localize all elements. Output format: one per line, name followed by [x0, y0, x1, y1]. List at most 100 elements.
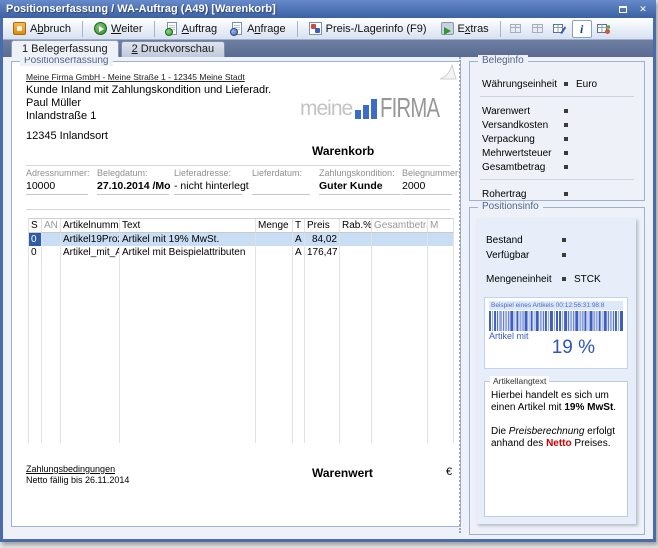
company-logo: meine FIRMA	[300, 90, 456, 120]
content-area: Positionserfassung Meine Firma GmbH - Me…	[3, 57, 653, 536]
positionserfassung-panel: Positionserfassung Meine Firma GmbH - Me…	[11, 61, 461, 527]
title-bar[interactable]: Positionserfassung / WA-Auftrag (A49) [W…	[0, 0, 656, 18]
restore-icon	[619, 6, 627, 13]
mehrwertsteuer-row: Mehrwertsteuer	[482, 147, 632, 159]
value-bullet-icon	[564, 109, 568, 113]
weiter-label: Weiter	[111, 23, 143, 35]
document-type-title: Warenkorb	[312, 144, 374, 158]
toolbar-separator	[297, 21, 298, 37]
edit-grid-button[interactable]	[550, 20, 570, 38]
bestand-row: Bestand	[486, 234, 626, 246]
anfrage-label: Anfrage	[247, 23, 286, 35]
field-belegdatum[interactable]: Belegdatum:27.10.2014 /Mo	[97, 168, 171, 206]
postal-city: 12345 Inlandsort	[26, 130, 108, 142]
column-header-preis[interactable]: Preis	[305, 219, 340, 233]
customer-name: Kunde Inland mit Zahlungskondition und L…	[26, 84, 271, 96]
beleginfo-panel: Beleginfo WährungseinheitEuro Warenwert …	[469, 61, 645, 201]
barcode-icon	[489, 311, 623, 331]
toolbar-separator	[154, 21, 155, 37]
field-zahlungskondition[interactable]: Zahlungskondition:Guter Kunde	[319, 168, 401, 206]
value-bullet-icon	[562, 253, 566, 257]
panel-splitter[interactable]	[459, 57, 463, 533]
preis-lagerinfo-button[interactable]: Preis-/Lagerinfo (F9)	[303, 20, 433, 37]
anfrage-button[interactable]: Anfrage	[225, 20, 292, 37]
grid-report-button[interactable]	[594, 20, 614, 38]
abbruch-button[interactable]: Abbruch	[7, 20, 77, 37]
extras-icon	[441, 22, 454, 35]
tab-belegerfassung[interactable]: 1 Belegerfassung	[11, 40, 119, 57]
field-belegnummer[interactable]: Belegnummer:2000	[402, 168, 461, 206]
auftrag-button[interactable]: Auftrag	[160, 20, 223, 37]
column-header-t[interactable]: T	[293, 219, 305, 233]
window-title: Positionserfassung / WA-Auftrag (A49) [W…	[6, 3, 616, 15]
verpackung-row: Verpackung	[482, 133, 632, 145]
column-header-gesamtbetrag[interactable]: Gesamtbetrag	[372, 219, 428, 233]
gesamtbetrag-row: Gesamtbetrag	[482, 161, 632, 173]
toolbar-separator	[82, 21, 83, 37]
grid-view-button-disabled-2	[528, 20, 548, 38]
warenwert-row: Warenwert	[482, 105, 632, 117]
app-window: Positionserfassung / WA-Auftrag (A49) [W…	[0, 0, 656, 542]
auftrag-label: Auftrag	[182, 23, 217, 35]
window-controls: ✕	[616, 3, 650, 16]
positions-table: S AN Artikelnummer Text Menge T Preis Ra…	[28, 218, 454, 456]
column-header-s[interactable]: S	[28, 219, 42, 233]
column-header-artikelnummer[interactable]: Artikelnummer	[61, 219, 120, 233]
table-report-icon	[597, 22, 610, 35]
artikellangtext-label: Artikellangtext	[490, 376, 549, 386]
divider	[480, 96, 634, 97]
field-adressnummer[interactable]: Adressnummer:10000	[26, 168, 90, 206]
tab-bar: 1 Belegerfassung 2 Druckvorschau	[3, 40, 653, 57]
info-button[interactable]: i	[572, 20, 592, 38]
divider	[480, 179, 634, 180]
payment-terms-text: Netto fällig bis 26.11.2014	[26, 475, 129, 485]
value-bullet-icon	[564, 192, 568, 196]
column-header-rabatt[interactable]: Rab.%	[340, 219, 372, 233]
street: Inlandstraße 1	[26, 110, 96, 122]
page-curl-icon[interactable]	[439, 64, 457, 80]
tab-druckvorschau[interactable]: 2 Druckvorschau	[121, 41, 226, 57]
logo-bars-icon	[355, 96, 378, 119]
restore-button[interactable]	[616, 3, 630, 16]
close-button[interactable]: ✕	[636, 3, 650, 16]
mengeneinheit-row: MengeneinheitSTCK	[486, 273, 626, 285]
table-edit-icon	[553, 22, 566, 35]
table-icon	[531, 22, 544, 35]
warenwert-label: Warenwert	[312, 466, 373, 480]
info-icon: i	[580, 23, 583, 35]
beleginfo-group-label: Beleginfo	[478, 55, 528, 66]
rohertrag-row: Rohertrag	[482, 188, 632, 200]
table-icon	[509, 22, 522, 35]
logo-text-meine: meine	[300, 98, 352, 120]
cancel-icon	[13, 22, 26, 35]
field-lieferadresse[interactable]: Lieferadresse:- nicht hinterlegt	[174, 168, 249, 206]
positionsinfo-group-label: Positionsinfo	[478, 201, 543, 212]
sender-line: Meine Firma GmbH - Meine Straße 1 - 1234…	[26, 72, 245, 82]
extras-label: Extras	[458, 23, 489, 35]
column-header-text[interactable]: Text	[120, 219, 256, 233]
logo-text-firma: FIRMA	[380, 95, 439, 120]
field-lieferdatum[interactable]: Lieferdatum:	[252, 168, 310, 206]
weiter-button[interactable]: Weiter	[88, 20, 149, 37]
value-bullet-icon	[564, 165, 568, 169]
value-bullet-icon	[562, 277, 566, 281]
article-image[interactable]: Beispiel eines Artikels 00:12:56:31:98:8…	[484, 297, 628, 369]
contact-name: Paul Müller	[26, 97, 81, 109]
value-bullet-icon	[564, 137, 568, 141]
column-header-menge[interactable]: Menge	[256, 219, 293, 233]
verfuegbar-row: Verfügbar	[486, 249, 626, 261]
artikellangtext-box[interactable]: Artikellangtext Hierbei handelt es sich …	[484, 381, 628, 517]
column-header-m[interactable]: M	[428, 219, 454, 233]
forward-arrow-icon	[94, 22, 107, 35]
value-bullet-icon	[562, 238, 566, 242]
versandkosten-row: Versandkosten	[482, 119, 632, 131]
currency-symbol: €	[446, 466, 452, 478]
column-header-an[interactable]: AN	[42, 219, 61, 233]
preis-lagerinfo-label: Preis-/Lagerinfo (F9)	[326, 23, 427, 35]
grid-view-button-disabled-1	[506, 20, 526, 38]
toolbar: Abbruch Weiter Auftrag Anfrage Preis-/La…	[3, 18, 653, 40]
divider	[26, 209, 450, 210]
order-document-icon	[167, 22, 177, 35]
extras-button[interactable]: Extras	[435, 20, 495, 37]
positionsinfo-inner-panel: Bestand Verfügbar MengeneinheitSTCK Beis…	[476, 218, 636, 524]
